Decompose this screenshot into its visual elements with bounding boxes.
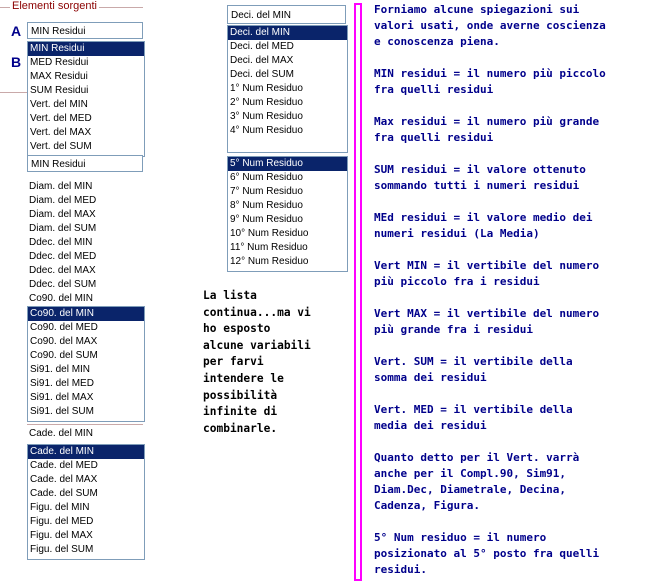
list-item[interactable]: 5° Num Residuo xyxy=(228,157,347,171)
label-b: B xyxy=(11,54,22,70)
list-item[interactable]: Ddec. del MED xyxy=(27,250,143,264)
list-item[interactable]: 11° Num Residuo xyxy=(228,241,347,255)
combo-cade[interactable]: Cade. del MIN xyxy=(27,427,145,441)
list-item[interactable]: Deci. del SUM xyxy=(228,68,347,82)
list-item[interactable]: Vert. del MAX xyxy=(28,126,144,140)
label-a: A xyxy=(11,23,22,39)
dropdown-list-a[interactable]: MIN Residui MED Residui MAX Residui SUM Res… xyxy=(27,41,145,157)
list-item[interactable]: 1° Num Residuo xyxy=(228,82,347,96)
combo-deci[interactable]: Deci. del MIN xyxy=(227,5,346,24)
list-item[interactable]: 6° Num Residuo xyxy=(228,171,347,185)
notes-text: Forniamo alcune spiegazioni sui valori u… xyxy=(374,3,606,576)
list-item[interactable]: Figu. del SUM xyxy=(28,543,144,557)
group-title: Elementi sorgenti xyxy=(10,0,99,12)
list-item[interactable]: Ddec. del MAX xyxy=(27,264,143,278)
list-item[interactable]: Vert. del MIN xyxy=(28,98,144,112)
list-item[interactable]: Diam. del MAX xyxy=(27,208,143,222)
list-item[interactable]: MAX Residui xyxy=(28,70,144,84)
list-item[interactable]: 10° Num Residuo xyxy=(228,227,347,241)
list-item[interactable]: Vert. del MED xyxy=(28,112,144,126)
list-item[interactable]: MED Residui xyxy=(28,56,144,70)
list-item[interactable]: Cade. del MIN xyxy=(28,445,144,459)
list-item[interactable]: Si91. del SUM xyxy=(28,405,144,419)
list-item[interactable]: Diam. del MIN xyxy=(27,180,143,194)
list-item[interactable]: Si91. del MIN xyxy=(28,363,144,377)
combo-b[interactable]: MIN Residui xyxy=(27,155,143,172)
list-item[interactable]: Co90. del SUM xyxy=(28,349,144,363)
list-item[interactable]: Cade. del SUM xyxy=(28,487,144,501)
list-item[interactable]: Figu. del MAX xyxy=(28,529,144,543)
list-item[interactable]: Deci. del MIN xyxy=(228,26,347,40)
group-border-bottom xyxy=(0,92,28,93)
list-item[interactable]: Deci. del MED xyxy=(228,40,347,54)
list-item[interactable]: Figu. del MED xyxy=(28,515,144,529)
list-item[interactable]: Diam. del SUM xyxy=(27,222,143,236)
dropdown-list-co90[interactable]: Co90. del MIN Co90. del MED Co90. del MAX C… xyxy=(27,306,145,422)
list-item[interactable]: Diam. del MED xyxy=(27,194,143,208)
list-item[interactable]: Ddec. del SUM xyxy=(27,278,143,292)
dropdown-list-deci[interactable]: Deci. del MIN Deci. del MED Deci. del MAX D… xyxy=(227,25,348,153)
list-item[interactable]: Co90. del MED xyxy=(28,321,144,335)
list-item[interactable]: Co90. del MIN xyxy=(28,307,144,321)
list-item[interactable]: Si91. del MED xyxy=(28,377,144,391)
list-item[interactable]: 8° Num Residuo xyxy=(228,199,347,213)
list-item[interactable]: Cade. del MED xyxy=(28,459,144,473)
dropdown-list-cade[interactable]: Cade. del MIN Cade. del MED Cade. del MAX C… xyxy=(27,444,145,560)
list-item[interactable]: Co90. del MIN xyxy=(27,292,143,306)
middle-note: La lista continua...ma vi ho esposto alc… xyxy=(203,289,311,435)
list-item[interactable]: Figu. del MIN xyxy=(28,501,144,515)
list-item[interactable]: SUM Residui xyxy=(28,84,144,98)
list-item[interactable]: MIN Residui xyxy=(28,42,144,56)
list-item[interactable]: Vert. del SUM xyxy=(28,140,144,154)
list-item[interactable]: 3° Num Residuo xyxy=(228,110,347,124)
dropdown-list-num[interactable]: 5° Num Residuo 6° Num Residuo 7° Num Resid… xyxy=(227,156,348,272)
combo-a[interactable]: MIN Residui xyxy=(27,22,143,39)
list-item[interactable]: 12° Num Residuo xyxy=(228,255,347,269)
list-item[interactable]: Si91. del MAX xyxy=(28,391,144,405)
separator-line xyxy=(27,424,143,425)
list-item[interactable]: Deci. del MAX xyxy=(228,54,347,68)
notes-border xyxy=(354,3,362,581)
list-item[interactable]: 2° Num Residuo xyxy=(228,96,347,110)
list-item[interactable]: Co90. del MAX xyxy=(28,335,144,349)
list-item[interactable]: 7° Num Residuo xyxy=(228,185,347,199)
list-item[interactable]: 9° Num Residuo xyxy=(228,213,347,227)
list-left: Diam. del MIN Diam. del MED Diam. del MAX D… xyxy=(27,180,143,306)
list-item[interactable]: 4° Num Residuo xyxy=(228,124,347,138)
list-item[interactable]: Cade. del MAX xyxy=(28,473,144,487)
list-item[interactable]: Ddec. del MIN xyxy=(27,236,143,250)
